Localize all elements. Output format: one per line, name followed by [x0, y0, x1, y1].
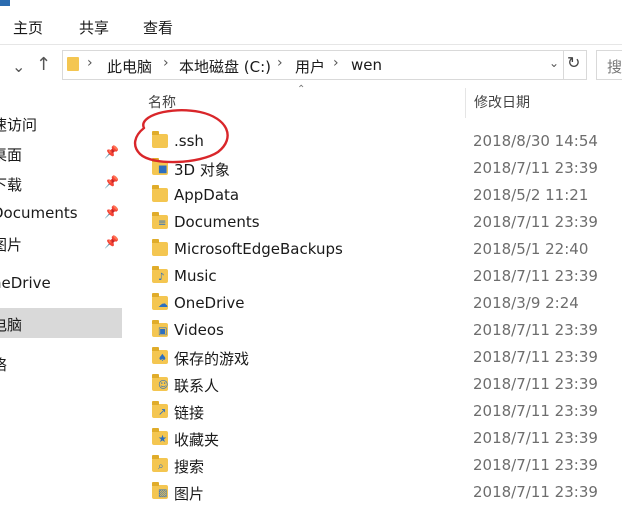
file-row[interactable]: ♪ Music 2018/7/11 23:39 — [140, 263, 622, 290]
red-circle-annotation — [133, 109, 229, 164]
recent-locations-chevron-icon[interactable]: ⌄ — [12, 57, 25, 76]
favorites-folder-icon: ★ — [152, 428, 168, 445]
file-date-modified: 2018/3/9 2:24 — [473, 294, 579, 312]
pin-icon[interactable]: 📌 — [104, 205, 119, 219]
sidebar-item-label: 电脑 — [0, 316, 23, 334]
file-row[interactable]: ☁ OneDrive 2018/3/9 2:24 — [140, 290, 622, 317]
file-name: 搜索 — [174, 458, 205, 476]
folder-icon — [152, 239, 168, 256]
breadcrumb-separator-icon[interactable]: › — [277, 55, 283, 71]
file-date-modified: 2018/7/11 23:39 — [473, 213, 598, 231]
file-row[interactable]: ☺ 联系人 2018/7/11 23:39 — [140, 371, 622, 398]
breadcrumb-separator-icon[interactable]: › — [163, 55, 169, 71]
file-date-modified: 2018/7/11 23:39 — [473, 159, 598, 177]
pictures-folder-icon: ▨ — [152, 482, 168, 499]
sidebar-item-this-pc[interactable]: 电脑 — [0, 308, 122, 338]
onedrive-folder-icon: ☁ — [152, 293, 168, 310]
file-row[interactable]: MicrosoftEdgeBackups 2018/5/1 22:40 — [140, 236, 622, 263]
sidebar-item-label: 下载 — [0, 176, 23, 194]
sidebar-item-label: 速访问 — [0, 116, 38, 134]
file-row[interactable]: ≡ Documents 2018/7/11 23:39 — [140, 209, 622, 236]
pin-icon[interactable]: 📌 — [104, 175, 119, 189]
refresh-button[interactable]: ↻ — [564, 50, 587, 80]
file-name: Music — [174, 267, 217, 285]
file-date-modified: 2018/7/11 23:39 — [473, 321, 598, 339]
folder-icon — [67, 57, 79, 71]
breadcrumb-local-disk[interactable]: 本地磁盘 (C:) — [179, 56, 271, 77]
sidebar-item-quick-access[interactable]: 速访问 — [0, 110, 122, 138]
file-row[interactable]: ▨ 图片 2018/7/11 23:39 — [140, 479, 622, 506]
file-name: 收藏夹 — [174, 431, 220, 449]
search-placeholder: 搜 — [607, 58, 622, 76]
sidebar-item-desktop[interactable]: 桌面 📌 — [0, 140, 122, 168]
contacts-folder-icon: ☺ — [152, 374, 168, 391]
column-header-date-modified[interactable]: 修改日期 — [474, 92, 530, 112]
pin-icon[interactable]: 📌 — [104, 145, 119, 159]
sidebar-item-onedrive[interactable]: neDrive — [0, 270, 122, 298]
file-row[interactable]: ♠ 保存的游戏 2018/7/11 23:39 — [140, 344, 622, 371]
searches-folder-icon: ⌕ — [152, 455, 168, 472]
tab-home[interactable]: 主页 — [13, 17, 43, 38]
file-name: 联系人 — [174, 377, 220, 395]
tab-share[interactable]: 共享 — [79, 17, 109, 38]
file-date-modified: 2018/7/11 23:39 — [473, 348, 598, 366]
file-date-modified: 2018/7/11 23:39 — [473, 375, 598, 393]
sidebar-item-documents[interactable]: Documents 📌 — [0, 200, 122, 228]
address-bar[interactable]: › 此电脑 › 本地磁盘 (C:) › 用户 › wen ⌄ — [62, 50, 564, 80]
navigation-pane: 速访问 桌面 📌 下载 📌 Documents 📌 图片 📌 neDrive 电… — [0, 90, 122, 491]
search-input[interactable]: 搜 — [596, 50, 622, 80]
links-folder-icon: ↗ — [152, 401, 168, 418]
documents-folder-icon: ≡ — [152, 212, 168, 229]
file-date-modified: 2018/5/2 11:21 — [473, 186, 589, 204]
file-name: 保存的游戏 — [174, 350, 250, 368]
breadcrumb-separator-icon[interactable]: › — [333, 55, 339, 71]
pin-icon[interactable]: 📌 — [104, 235, 119, 249]
folder-icon — [152, 185, 168, 202]
file-date-modified: 2018/7/11 23:39 — [473, 267, 598, 285]
file-date-modified: 2018/7/11 23:39 — [473, 402, 598, 420]
file-row[interactable]: ▣ Videos 2018/7/11 23:39 — [140, 317, 622, 344]
file-date-modified: 2018/7/11 23:39 — [473, 483, 598, 501]
file-row[interactable]: ★ 收藏夹 2018/7/11 23:39 — [140, 425, 622, 452]
sidebar-item-label: Documents — [0, 204, 78, 222]
file-row[interactable]: ⌕ 搜索 2018/7/11 23:39 — [140, 452, 622, 479]
music-folder-icon: ♪ — [152, 266, 168, 283]
file-name: Documents — [174, 213, 260, 231]
file-tab-edge[interactable] — [0, 0, 10, 6]
up-arrow-icon[interactable]: ↑ — [36, 54, 51, 75]
file-name: 链接 — [174, 404, 205, 422]
file-date-modified: 2018/7/11 23:39 — [473, 456, 598, 474]
file-date-modified: 2018/5/1 22:40 — [473, 240, 589, 258]
refresh-icon: ↻ — [567, 53, 581, 72]
file-row[interactable]: ↗ 链接 2018/7/11 23:39 — [140, 398, 622, 425]
breadcrumb-separator-icon[interactable]: › — [87, 55, 93, 71]
ribbon: 主页 共享 查看 — [0, 0, 622, 45]
sidebar-item-label: 桌面 — [0, 146, 23, 164]
saved-games-folder-icon: ♠ — [152, 347, 168, 364]
breadcrumb-wen[interactable]: wen — [351, 56, 382, 74]
videos-folder-icon: ▣ — [152, 320, 168, 337]
sidebar-item-label: 络 — [0, 354, 7, 375]
file-name: MicrosoftEdgeBackups — [174, 240, 343, 258]
breadcrumb-this-pc[interactable]: 此电脑 — [107, 56, 152, 77]
sidebar-item-label: 图片 — [0, 236, 23, 254]
file-date-modified: 2018/7/11 23:39 — [473, 429, 598, 447]
sidebar-item-pictures[interactable]: 图片 📌 — [0, 230, 122, 258]
tab-view[interactable]: 查看 — [143, 17, 173, 38]
file-row[interactable]: AppData 2018/5/2 11:21 — [140, 182, 622, 209]
breadcrumb-users[interactable]: 用户 — [295, 56, 325, 77]
file-date-modified: 2018/8/30 14:54 — [473, 132, 598, 150]
sidebar-item-downloads[interactable]: 下载 📌 — [0, 170, 122, 198]
file-name: AppData — [174, 186, 240, 204]
sort-ascending-icon: ⌃ — [297, 84, 306, 95]
file-name: 图片 — [174, 485, 205, 503]
sidebar-item-label: neDrive — [0, 274, 51, 292]
sidebar-item-network[interactable]: 络 — [0, 350, 122, 378]
file-name: OneDrive — [174, 294, 245, 312]
column-divider[interactable] — [465, 88, 466, 118]
address-dropdown-icon[interactable]: ⌄ — [549, 56, 559, 70]
file-name: Videos — [174, 321, 224, 339]
